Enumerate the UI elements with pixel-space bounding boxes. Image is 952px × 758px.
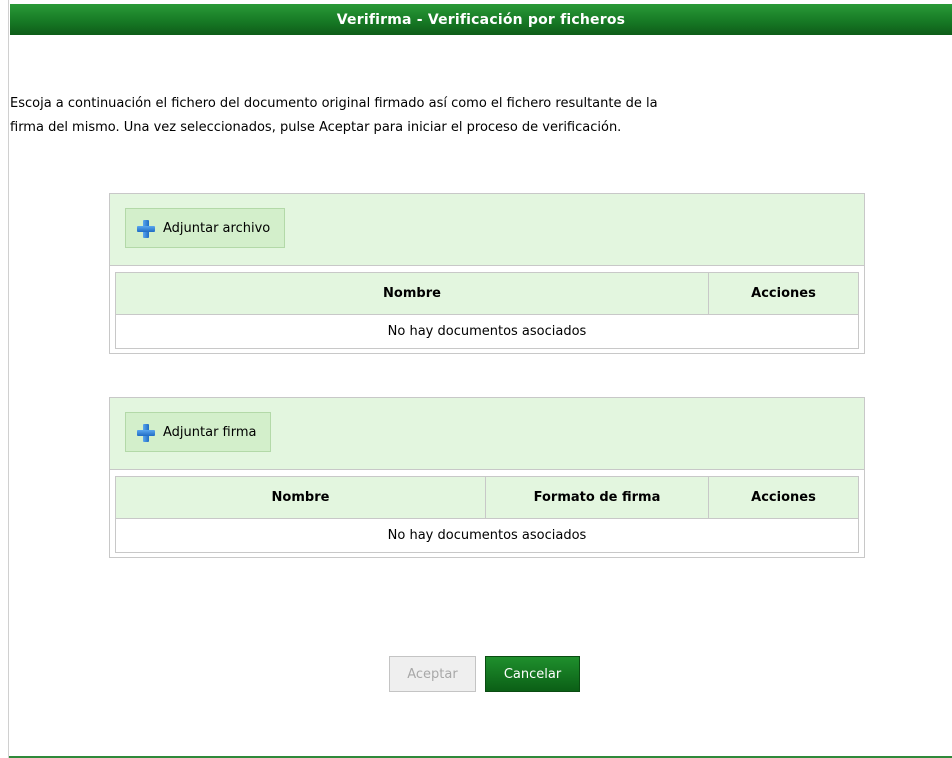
table-header-row: Nombre Formato de firma Acciones: [115, 476, 859, 519]
accept-button[interactable]: Aceptar: [389, 656, 476, 692]
firma-table-wrapper: Nombre Formato de firma Acciones No hay …: [110, 470, 864, 557]
dialog-title: Verifirma - Verificación por ficheros: [10, 4, 952, 35]
firma-table: Nombre Formato de firma Acciones No hay …: [115, 476, 859, 553]
column-header-nombre: Nombre: [115, 476, 486, 519]
attach-file-label: Adjuntar archivo: [163, 220, 271, 236]
left-frame-border: [0, 0, 9, 758]
table-row: No hay documentos asociados: [115, 314, 859, 349]
firma-panel: Adjuntar firma Nombre Formato de firma A…: [109, 397, 865, 558]
instructions-line-2: firma del mismo. Una vez seleccionados, …: [10, 120, 622, 135]
plus-icon: [136, 219, 155, 238]
column-header-acciones: Acciones: [708, 476, 859, 519]
archivo-panel: Adjuntar archivo Nombre Acciones No hay …: [109, 193, 865, 354]
column-header-nombre: Nombre: [115, 272, 709, 315]
archivo-panel-header: Adjuntar archivo: [110, 194, 864, 266]
table-row: No hay documentos asociados: [115, 518, 859, 553]
attach-signature-label: Adjuntar firma: [163, 424, 257, 440]
archivo-table: Nombre Acciones No hay documentos asocia…: [115, 272, 859, 349]
empty-table-message: No hay documentos asociados: [115, 518, 859, 553]
attach-file-button[interactable]: Adjuntar archivo: [125, 208, 286, 248]
instructions-line-1: Escoja a continuación el fichero del doc…: [10, 96, 658, 111]
cancel-button[interactable]: Cancelar: [485, 656, 580, 692]
empty-table-message: No hay documentos asociados: [115, 314, 859, 349]
table-header-row: Nombre Acciones: [115, 272, 859, 315]
archivo-table-wrapper: Nombre Acciones No hay documentos asocia…: [110, 266, 864, 353]
column-header-acciones: Acciones: [708, 272, 859, 315]
instructions-text: Escoja a continuación el fichero del doc…: [10, 92, 952, 140]
firma-panel-header: Adjuntar firma: [110, 398, 864, 470]
column-header-formato-de-firma: Formato de firma: [485, 476, 709, 519]
attach-signature-button[interactable]: Adjuntar firma: [125, 412, 272, 452]
plus-icon: [136, 423, 155, 442]
